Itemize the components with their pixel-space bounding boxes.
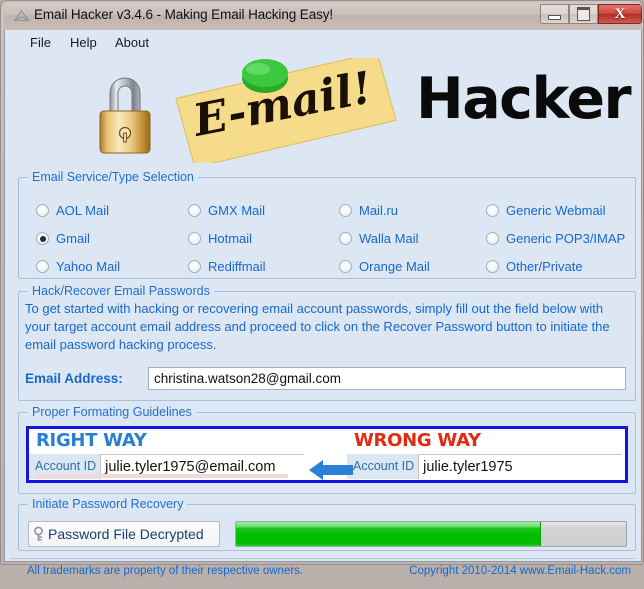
wordmark: Hacker bbox=[416, 66, 632, 132]
email-sticky-note: E-mail! bbox=[175, 58, 397, 163]
menu-bar: File Help About bbox=[5, 30, 641, 55]
radio-option-generic-pop3-imap[interactable]: Generic POP3/IMAP bbox=[486, 231, 625, 246]
radio-option-rediffmail[interactable]: Rediffmail bbox=[188, 259, 266, 274]
email-address-label: Email Address: bbox=[25, 371, 123, 386]
minimize-button[interactable] bbox=[540, 4, 569, 24]
client-area: File Help About E-mail! Hacker Email Ser… bbox=[4, 30, 642, 577]
recovery-progress-bar bbox=[235, 521, 627, 547]
window-inner: Email Hacker v3.4.6 - Making Email Hacki… bbox=[4, 3, 642, 577]
trademark-notice: All trademarks are property of their res… bbox=[27, 565, 304, 577]
radio-label: Mail.ru bbox=[359, 203, 399, 218]
radio-dot[interactable] bbox=[188, 260, 201, 273]
radio-option-hotmail[interactable]: Hotmail bbox=[188, 231, 252, 246]
radio-label: Other/Private bbox=[506, 259, 583, 274]
left-arrow-icon bbox=[309, 460, 353, 480]
radio-option-aol-mail[interactable]: AOL Mail bbox=[36, 203, 109, 218]
formatting-guidelines-group-title: Proper Formating Guidelines bbox=[28, 405, 196, 419]
close-icon: X bbox=[614, 5, 626, 22]
window-title: Email Hacker v3.4.6 - Making Email Hacki… bbox=[34, 7, 334, 22]
radio-dot[interactable] bbox=[486, 232, 499, 245]
radio-dot[interactable] bbox=[486, 260, 499, 273]
hack-recover-group-title: Hack/Recover Email Passwords bbox=[28, 284, 214, 298]
radio-dot[interactable] bbox=[188, 204, 201, 217]
wrong-way-field-value: julie.tyler1975 bbox=[418, 454, 623, 479]
radio-dot[interactable] bbox=[36, 204, 49, 217]
footer: All trademarks are property of their res… bbox=[5, 559, 641, 589]
radio-label: Yahoo Mail bbox=[56, 259, 121, 274]
radio-option-other-private[interactable]: Other/Private bbox=[486, 259, 583, 274]
radio-option-generic-webmail[interactable]: Generic Webmail bbox=[486, 203, 605, 218]
radio-label: Rediffmail bbox=[208, 259, 266, 274]
radio-option-gmail[interactable]: Gmail bbox=[36, 231, 90, 246]
recovery-progress-fill bbox=[236, 522, 542, 546]
menu-item-help[interactable]: Help bbox=[65, 34, 102, 51]
initiate-recovery-group-title: Initiate Password Recovery bbox=[28, 497, 188, 511]
radio-label: Hotmail bbox=[208, 231, 253, 246]
radio-label: Generic POP3/IMAP bbox=[506, 231, 626, 246]
envelope-icon bbox=[13, 10, 30, 22]
radio-label: AOL Mail bbox=[56, 203, 109, 218]
radio-label: Orange Mail bbox=[359, 259, 430, 274]
radio-option-walla-mail[interactable]: Walla Mail bbox=[339, 231, 418, 246]
wrong-way-field-label: Account ID bbox=[347, 454, 419, 479]
hack-recover-description: To get started with hacking or recoverin… bbox=[25, 301, 610, 352]
radio-label: GMX Mail bbox=[208, 203, 266, 218]
email-address-input[interactable] bbox=[148, 367, 626, 390]
wrong-way-example: WRONG WAY Account ID julie.tyler1975 bbox=[329, 429, 625, 480]
radio-dot[interactable] bbox=[36, 260, 49, 273]
radio-label: Generic Webmail bbox=[506, 203, 606, 218]
radio-option-gmx-mail[interactable]: GMX Mail bbox=[188, 203, 265, 218]
wrong-way-heading: WRONG WAY bbox=[354, 430, 481, 451]
radio-option-yahoo-mail[interactable]: Yahoo Mail bbox=[36, 259, 120, 274]
radio-dot[interactable] bbox=[339, 260, 352, 273]
maximize-icon bbox=[577, 7, 590, 21]
right-way-heading: RIGHT WAY bbox=[36, 430, 147, 451]
wrong-way-field-row: Account ID julie.tyler1975 bbox=[347, 454, 623, 479]
email-service-group-title: Email Service/Type Selection bbox=[28, 170, 198, 184]
radio-dot[interactable] bbox=[339, 232, 352, 245]
minimize-icon bbox=[548, 15, 561, 20]
logo-banner: E-mail! E-mail! Hacker bbox=[5, 55, 641, 170]
copyright-notice: Copyright 2010-2014 www.Email-Hack.com bbox=[409, 565, 631, 577]
radio-dot[interactable] bbox=[339, 204, 352, 217]
radio-option-mail-ru[interactable]: Mail.ru bbox=[339, 203, 398, 218]
formatting-underline-accent bbox=[36, 474, 288, 478]
key-icon bbox=[34, 526, 43, 541]
maximize-button[interactable] bbox=[569, 4, 598, 24]
radio-dot[interactable] bbox=[486, 204, 499, 217]
radio-option-orange-mail[interactable]: Orange Mail bbox=[339, 259, 430, 274]
close-button[interactable]: X bbox=[598, 4, 642, 24]
radio-dot-selected[interactable] bbox=[36, 232, 49, 245]
password-file-decrypted-label: Password File Decrypted bbox=[48, 526, 204, 542]
radio-label: Gmail bbox=[56, 231, 90, 246]
password-file-decrypted-button[interactable]: Password File Decrypted bbox=[28, 521, 220, 547]
radio-dot[interactable] bbox=[188, 232, 201, 245]
application-window: Email Hacker v3.4.6 - Making Email Hacki… bbox=[0, 0, 644, 577]
right-way-example: RIGHT WAY Account ID julie.tyler1975@ema… bbox=[29, 429, 329, 480]
padlock-icon bbox=[99, 77, 151, 154]
radio-label: Walla Mail bbox=[359, 231, 419, 246]
menu-item-file[interactable]: File bbox=[25, 34, 56, 51]
title-bar[interactable]: Email Hacker v3.4.6 - Making Email Hacki… bbox=[4, 3, 642, 30]
menu-item-about[interactable]: About bbox=[110, 34, 154, 51]
